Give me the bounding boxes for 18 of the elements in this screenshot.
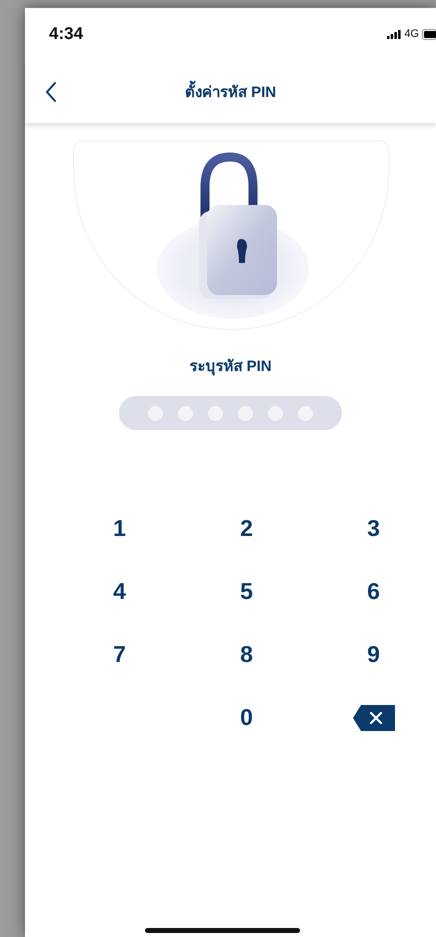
digit-key[interactable]: 4 <box>100 572 140 612</box>
digit-key[interactable]: 2 <box>226 508 266 548</box>
battery-icon <box>422 28 436 40</box>
digit-key[interactable]: 7 <box>100 634 140 674</box>
screen-title: ตั้งค่ารหัส PIN <box>184 80 276 104</box>
digit-key[interactable]: 9 <box>354 634 394 674</box>
digit-key[interactable]: 5 <box>226 572 266 612</box>
digit-key[interactable]: 0 <box>226 698 266 738</box>
signal-icon <box>387 30 402 38</box>
digit-key[interactable]: 3 <box>354 508 394 548</box>
network-type: 4G <box>404 28 419 40</box>
digit-key[interactable]: 1 <box>100 508 140 548</box>
back-button[interactable] <box>45 80 59 104</box>
digit-key[interactable]: 6 <box>354 572 394 612</box>
backspace-icon[interactable] <box>352 704 394 730</box>
status-time: 4:34 <box>49 24 84 44</box>
digit-key[interactable]: 8 <box>226 634 266 674</box>
pin-prompt: ระบุรหัส PIN <box>188 357 273 378</box>
